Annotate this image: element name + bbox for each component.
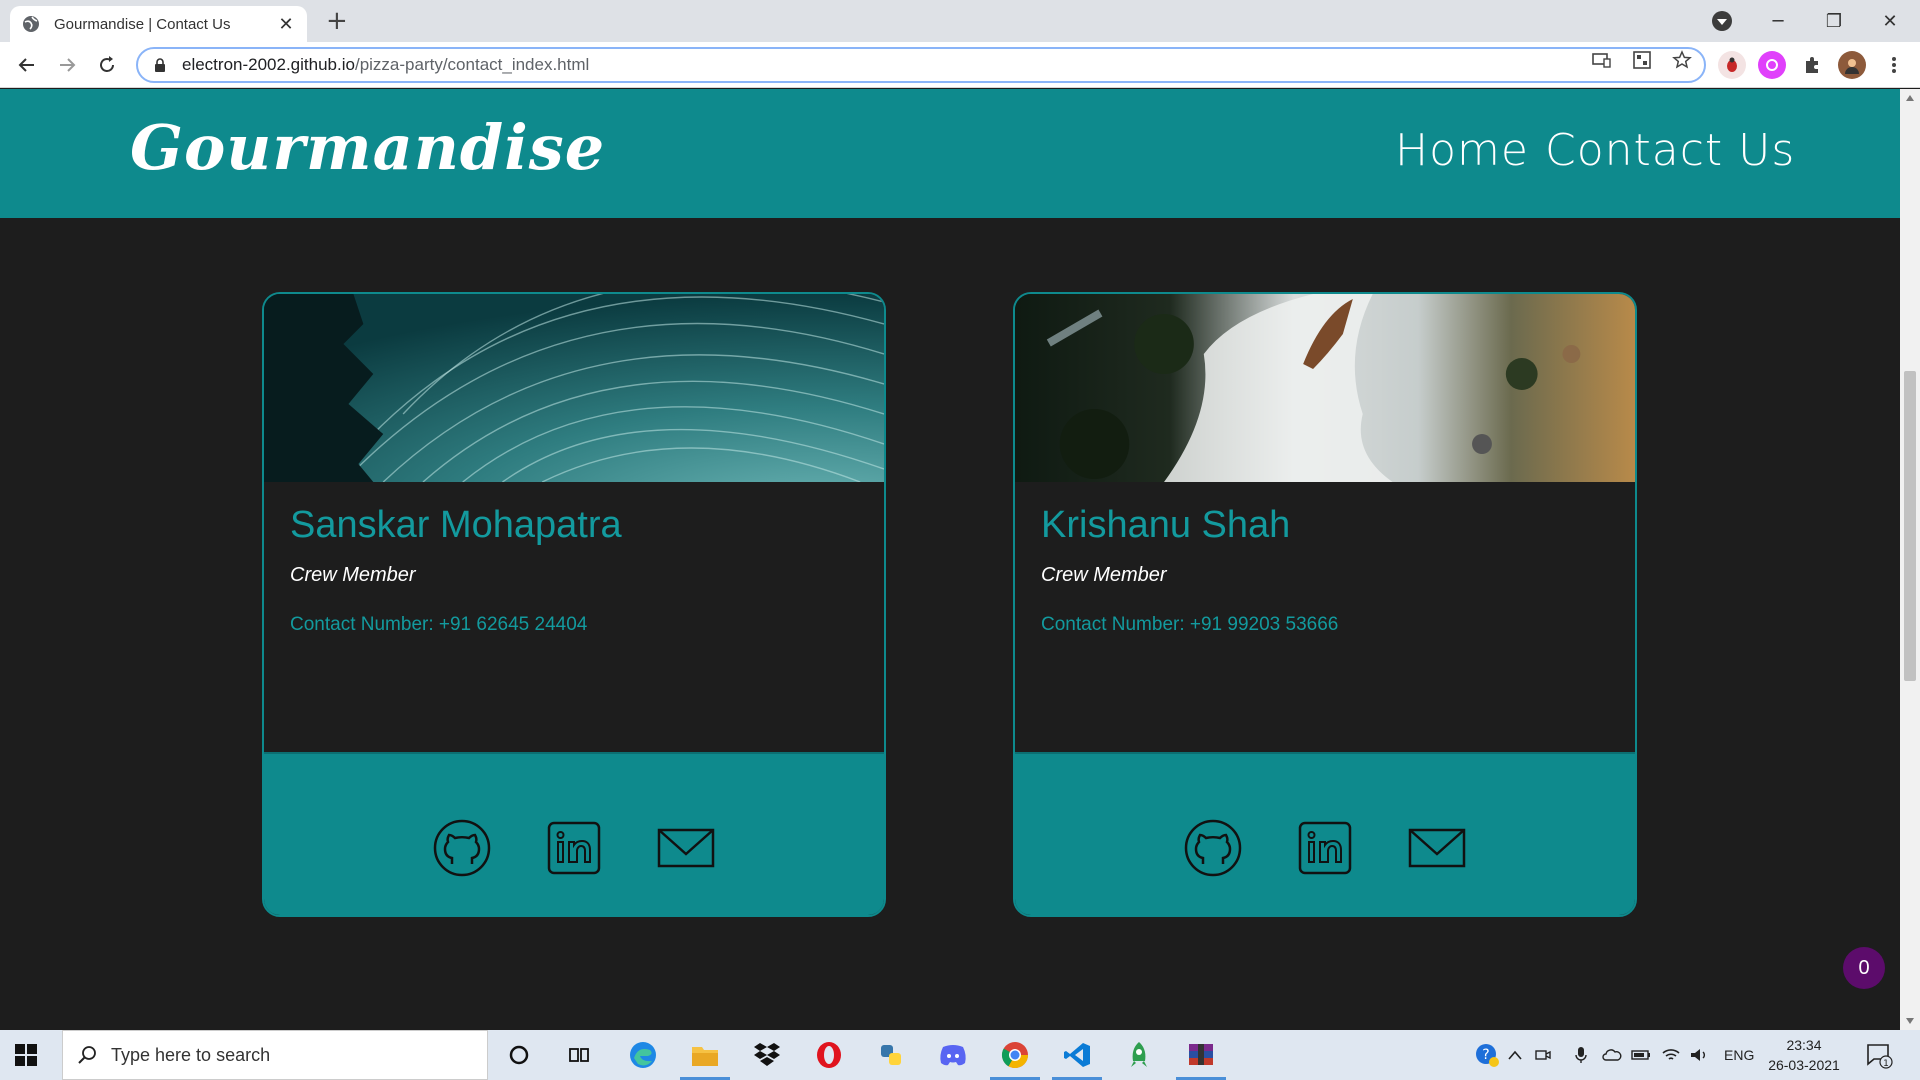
mail-icon[interactable] xyxy=(1407,818,1467,878)
dropbox-icon[interactable] xyxy=(750,1038,784,1072)
edge-browser-icon[interactable] xyxy=(626,1038,660,1072)
search-placeholder: Type here to search xyxy=(111,1044,271,1065)
python-icon[interactable] xyxy=(874,1038,908,1072)
browser-tab-strip: Gourmandise | Contact Us ✕ + ─ ❐ ✕ xyxy=(0,0,1920,42)
rocket-app-icon[interactable] xyxy=(1122,1038,1156,1072)
microphone-icon[interactable] xyxy=(1571,1038,1591,1072)
web-page: Gourmandise Home Contact Us Sanskar Moha… xyxy=(0,89,1900,1030)
linkedin-icon[interactable] xyxy=(544,818,604,878)
browser-toolbar: electron-2002.github.io/pizza-party/cont… xyxy=(0,42,1920,88)
battery-icon[interactable] xyxy=(1630,1038,1652,1072)
globe-icon xyxy=(23,16,39,32)
winrar-icon[interactable] xyxy=(1176,1038,1226,1080)
back-button[interactable] xyxy=(12,50,42,80)
brand-logo[interactable]: Gourmandise xyxy=(130,111,605,184)
windows-taskbar: Type here to search ? ENG 23:34 26-03-20… xyxy=(0,1030,1920,1080)
page-scrollbar[interactable] xyxy=(1900,89,1920,1030)
extensions-puzzle-icon[interactable] xyxy=(1798,51,1826,79)
scrollbar-thumb[interactable] xyxy=(1904,371,1916,681)
volume-icon[interactable] xyxy=(1688,1038,1710,1072)
nav-contact-link[interactable]: Contact Us xyxy=(1545,125,1795,176)
bookmark-star-icon[interactable] xyxy=(1670,48,1694,72)
arrow-left-icon xyxy=(18,58,34,72)
forward-button[interactable] xyxy=(52,50,82,80)
extension-purple-icon[interactable] xyxy=(1758,51,1786,79)
nav-home-link[interactable]: Home xyxy=(1395,125,1529,176)
member-contact: Contact Number: +91 62645 24404 xyxy=(290,614,588,635)
opera-icon[interactable] xyxy=(812,1038,846,1072)
scroll-up-icon[interactable] xyxy=(1906,95,1914,101)
scroll-down-icon[interactable] xyxy=(1906,1018,1914,1024)
qr-code-icon[interactable] xyxy=(1630,48,1654,72)
cast-icon[interactable] xyxy=(1590,48,1614,72)
notification-center-icon[interactable]: 1 xyxy=(1862,1038,1896,1072)
new-tab-button[interactable]: + xyxy=(326,6,348,36)
browser-menu-icon[interactable] xyxy=(1880,51,1908,79)
star-trails-image xyxy=(264,294,884,482)
system-clock[interactable]: 23:34 26-03-2021 xyxy=(1766,1035,1842,1075)
member-role: Crew Member xyxy=(290,564,416,586)
notification-count: 1 xyxy=(1883,1059,1889,1069)
onedrive-icon[interactable] xyxy=(1601,1038,1623,1072)
reload-button[interactable] xyxy=(92,50,122,80)
member-role: Crew Member xyxy=(1041,564,1167,586)
contact-card: Krishanu Shah Crew Member Contact Number… xyxy=(1013,292,1637,917)
cart-count-badge[interactable]: 0 xyxy=(1843,947,1885,989)
camera-icon[interactable] xyxy=(1533,1038,1553,1072)
bug-extension-icon[interactable] xyxy=(1718,51,1746,79)
reload-icon xyxy=(100,56,114,72)
minimize-button[interactable]: ─ xyxy=(1750,4,1806,38)
discord-icon[interactable] xyxy=(936,1038,970,1072)
file-explorer-icon[interactable] xyxy=(680,1038,730,1080)
arrow-right-icon xyxy=(60,58,76,72)
windows-start-icon[interactable] xyxy=(14,1043,38,1067)
card-footer xyxy=(264,752,884,915)
cortana-icon[interactable] xyxy=(502,1038,536,1072)
github-icon[interactable] xyxy=(432,818,492,878)
search-icon xyxy=(78,1046,96,1064)
member-name: Krishanu Shah xyxy=(1041,504,1291,546)
lock-icon xyxy=(155,58,165,72)
url-text: electron-2002.github.io/pizza-party/cont… xyxy=(182,55,590,74)
member-name: Sanskar Mohapatra xyxy=(290,504,622,546)
tab-title: Gourmandise | Contact Us xyxy=(54,15,231,33)
card-footer xyxy=(1015,752,1635,915)
svg-text:?: ? xyxy=(1482,1047,1489,1063)
clock-time: 23:34 xyxy=(1786,1037,1822,1053)
github-icon[interactable] xyxy=(1183,818,1243,878)
contact-card: Sanskar Mohapatra Crew Member Contact Nu… xyxy=(262,292,886,917)
chevron-up-icon[interactable] xyxy=(1505,1038,1525,1072)
linkedin-icon[interactable] xyxy=(1295,818,1355,878)
site-header: Gourmandise Home Contact Us xyxy=(0,89,1900,218)
wifi-icon[interactable] xyxy=(1660,1038,1682,1072)
help-icon[interactable]: ? xyxy=(1470,1038,1504,1072)
waterfall-aerial-image xyxy=(1015,294,1635,482)
profile-avatar[interactable] xyxy=(1838,51,1866,79)
vscode-icon[interactable] xyxy=(1052,1038,1102,1080)
close-window-button[interactable]: ✕ xyxy=(1862,4,1918,38)
browser-tab[interactable]: Gourmandise | Contact Us ✕ xyxy=(10,6,307,42)
address-bar[interactable]: electron-2002.github.io/pizza-party/cont… xyxy=(136,47,1706,83)
taskbar-search-input[interactable]: Type here to search xyxy=(62,1030,488,1080)
task-view-icon[interactable] xyxy=(562,1038,596,1072)
chrome-icon[interactable] xyxy=(990,1038,1040,1080)
clock-date: 26-03-2021 xyxy=(1768,1057,1840,1073)
tab-close-icon[interactable]: ✕ xyxy=(277,14,295,35)
member-contact: Contact Number: +91 99203 53666 xyxy=(1041,614,1339,635)
restore-button[interactable]: ❐ xyxy=(1806,4,1862,38)
input-language[interactable]: ENG xyxy=(1724,1030,1754,1080)
mail-icon[interactable] xyxy=(656,818,716,878)
tab-search-icon[interactable] xyxy=(1712,11,1732,31)
